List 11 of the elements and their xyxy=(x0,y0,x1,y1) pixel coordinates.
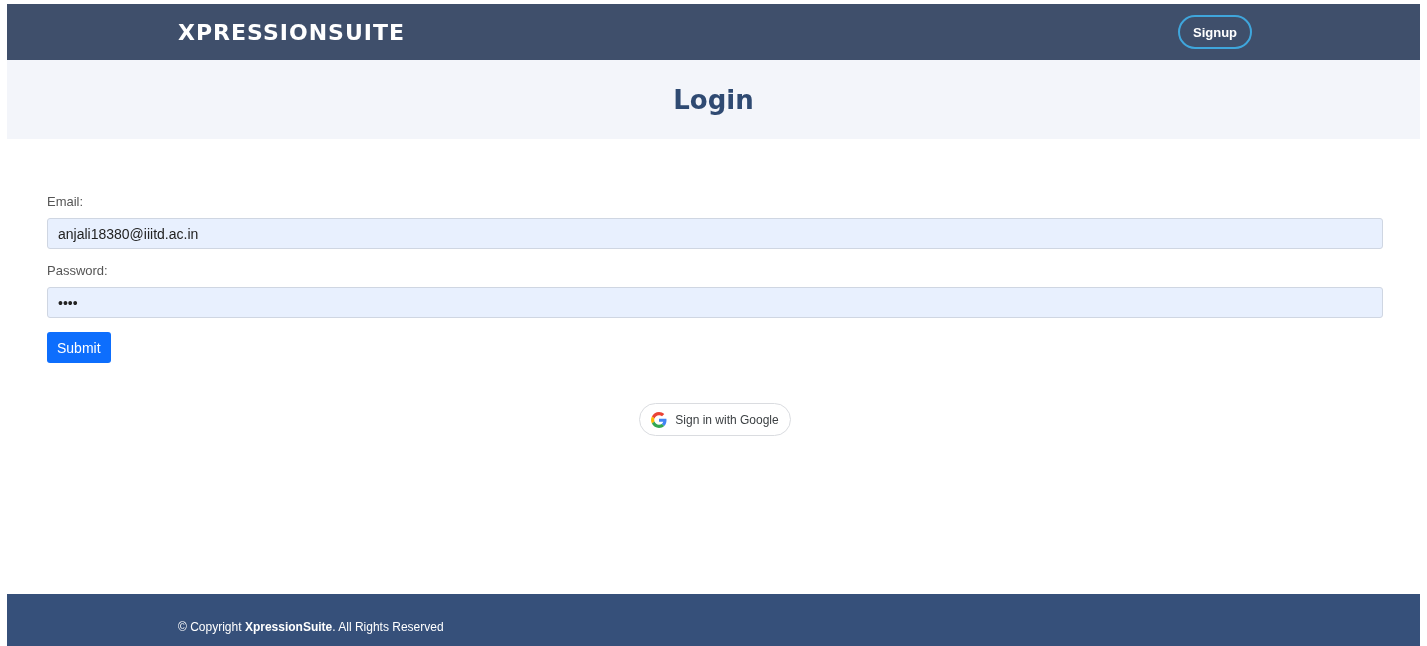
input-field[interactable]: anjali18380@iiitd.ac.in xyxy=(47,218,1383,249)
google-sign-in-button[interactable]: Sign in with Google xyxy=(639,403,791,436)
brand-logo[interactable]: XPRESSIONSUITE xyxy=(178,19,405,45)
page-title: Login xyxy=(673,84,754,115)
submit-button[interactable]: Submit xyxy=(47,332,111,363)
signup-button[interactable]: Signup xyxy=(1178,15,1252,49)
field-label: Password: xyxy=(47,263,108,278)
copyright-text: © Copyright XpressionSuite. All Rights Reserved xyxy=(178,620,444,634)
input-field[interactable]: •••• xyxy=(47,287,1383,318)
field-label: Email: xyxy=(47,194,84,209)
google-logo-icon xyxy=(651,411,668,428)
